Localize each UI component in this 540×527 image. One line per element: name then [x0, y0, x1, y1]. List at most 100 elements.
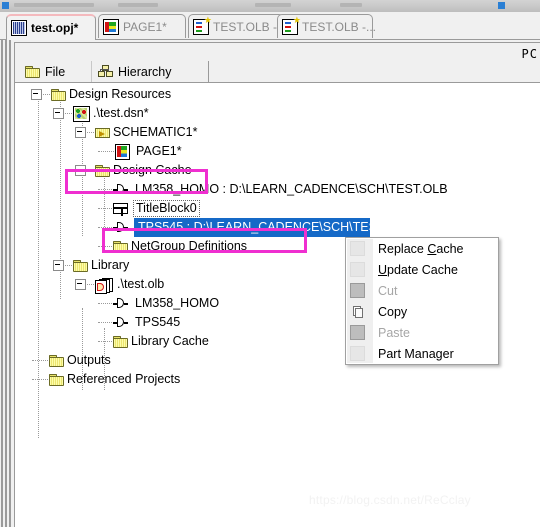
tree-node-referenced-projects[interactable]: Referenced Projects: [31, 370, 180, 389]
folder-icon: [51, 88, 66, 101]
expander-icon[interactable]: [75, 279, 86, 290]
column-header-inner: PC: [14, 42, 540, 62]
window-chrome-strip: [0, 0, 540, 12]
folder-icon: [113, 240, 128, 253]
menu-item-label: Paste: [378, 325, 410, 340]
menu-item-update-cache[interactable]: Update Cache: [346, 259, 498, 280]
tree-node-label: LM358_HOMO : D:\LEARN_CADENCE\SCH\TEST.O…: [135, 182, 448, 196]
menu-icon-slot: [350, 262, 365, 277]
menu-item-label: Update Cache: [378, 262, 458, 277]
tab-test-olb-2[interactable]: TEST.OLB -...: [277, 14, 376, 38]
tree-node-tps545-lib[interactable]: TPS545: [97, 313, 180, 332]
tree-node-label: .\test.olb: [117, 277, 165, 291]
menu-item-cut: Cut: [346, 280, 498, 301]
expander-icon[interactable]: [75, 165, 86, 176]
chrome-marker-right: [498, 2, 505, 9]
tree-node-tps545-cache[interactable]: TPS545 : D:\LEARN_CADENCE\SCH\TEST.OLB: [97, 218, 370, 237]
menu-item-paste: Paste: [346, 322, 498, 343]
column-header-label: PC: [521, 47, 538, 61]
part-icon: [113, 317, 130, 328]
expander-icon[interactable]: [53, 108, 64, 119]
tab-label: PAGE1*: [123, 19, 167, 34]
frame-rail-3: [9, 40, 11, 527]
menu-item-label: Replace Cache: [378, 241, 464, 256]
chrome-marker-left: [2, 2, 9, 9]
schematic-page-icon: [103, 18, 119, 35]
chrome-stripe-a: [14, 3, 94, 7]
menu-item-replace-cache[interactable]: Replace Cache: [346, 238, 498, 259]
part-icon: [113, 222, 130, 233]
hierarchy-icon: [98, 65, 113, 78]
menu-item-label: Copy: [378, 304, 408, 319]
folder-icon: [49, 354, 64, 367]
design-file-icon: [73, 105, 90, 122]
view-mode-bar-filler: [208, 61, 540, 82]
schematic-folder-icon: [95, 127, 110, 139]
tree-node-design-resources[interactable]: Design Resources: [31, 85, 171, 104]
folder-icon: [25, 65, 40, 78]
part-icon: [113, 298, 130, 309]
tree-node-design-cache[interactable]: Design Cache: [75, 161, 192, 180]
project-file-icon: [11, 20, 27, 36]
tree-node-test-olb[interactable]: .\test.olb: [75, 275, 164, 294]
titleblock-icon: [113, 203, 128, 216]
menu-item-label: Part Manager: [378, 346, 454, 361]
library-file-icon: [282, 16, 301, 35]
watermark: https://blog.csdn.net/ReCclay: [309, 493, 471, 507]
tree-node-test-dsn[interactable]: .\test.dsn*: [53, 104, 149, 123]
tree-node-titleblock0[interactable]: TitleBlock0: [97, 199, 200, 218]
tree-node-outputs[interactable]: Outputs: [31, 351, 111, 370]
tree-node-label: PAGE1*: [136, 144, 182, 158]
page-icon: [115, 143, 130, 160]
library-icon: [95, 277, 113, 294]
frame-rail-1: [1, 40, 3, 527]
tab-file-view-label: File: [45, 64, 66, 79]
tree-node-label: Design Cache: [113, 163, 192, 177]
menu-icon-slot: [350, 346, 365, 361]
tree-node-label: Referenced Projects: [67, 372, 181, 386]
tree-node-label: .\test.dsn*: [93, 106, 149, 120]
tree-node-label: SCHEMATIC1*: [113, 125, 198, 139]
chrome-stripe-d: [340, 3, 362, 7]
library-file-icon: [193, 16, 212, 35]
tree-node-netgroup-definitions[interactable]: NetGroup Definitions: [97, 237, 247, 256]
expander-icon[interactable]: [75, 127, 86, 138]
folder-icon: [73, 259, 88, 272]
context-menu[interactable]: Replace Cache Update Cache Cut Copy Past…: [345, 237, 499, 365]
tab-test-opj[interactable]: test.opj*: [6, 14, 96, 40]
tree-node-label: TPS545 : D:\LEARN_CADENCE\SCH\TEST.OLB: [134, 218, 370, 237]
menu-icon-slot: [350, 241, 365, 256]
tree-node-schematic1[interactable]: SCHEMATIC1*: [75, 123, 198, 142]
tree-node-label: NetGroup Definitions: [131, 239, 248, 253]
tree-node-page1[interactable]: PAGE1*: [97, 142, 182, 161]
column-header-bar: PC: [0, 40, 540, 62]
expander-icon[interactable]: [53, 260, 64, 271]
tree-node-label: Library: [91, 258, 130, 272]
tab-page1[interactable]: PAGE1*: [98, 14, 186, 38]
cut-icon: [350, 283, 365, 298]
tab-file-view[interactable]: File: [19, 61, 71, 82]
tree-node-label: Outputs: [67, 353, 111, 367]
tree-node-label: TPS545: [135, 315, 181, 329]
tree-node-label: Design Resources: [69, 87, 172, 101]
chrome-stripe-b: [118, 3, 158, 7]
copy-icon: [350, 304, 365, 319]
tree-node-library[interactable]: Library: [53, 256, 129, 275]
menu-item-label: Cut: [378, 283, 398, 298]
frame-rail-2: [5, 40, 7, 527]
tab-test-olb-1[interactable]: TEST.OLB -...: [188, 14, 288, 38]
tree-node-label: TitleBlock0: [133, 200, 200, 217]
menu-item-copy[interactable]: Copy: [346, 301, 498, 322]
tree-node-library-cache[interactable]: Library Cache: [97, 332, 209, 351]
paste-icon: [350, 325, 365, 340]
tree-node-lm358-lib[interactable]: LM358_HOMO: [97, 294, 219, 313]
tab-label: test.opj*: [31, 21, 79, 35]
tree-node-label: Library Cache: [131, 334, 209, 348]
tab-hierarchy-view-label: Hierarchy: [118, 64, 172, 79]
expander-icon[interactable]: [31, 89, 42, 100]
tab-label: TEST.OLB -...: [213, 19, 288, 34]
folder-icon: [49, 373, 64, 386]
tab-hierarchy-view[interactable]: Hierarchy: [91, 61, 178, 82]
tree-node-lm358-cache[interactable]: LM358_HOMO : D:\LEARN_CADENCE\SCH\TEST.O…: [97, 180, 448, 199]
menu-item-part-manager[interactable]: Part Manager: [346, 343, 498, 364]
